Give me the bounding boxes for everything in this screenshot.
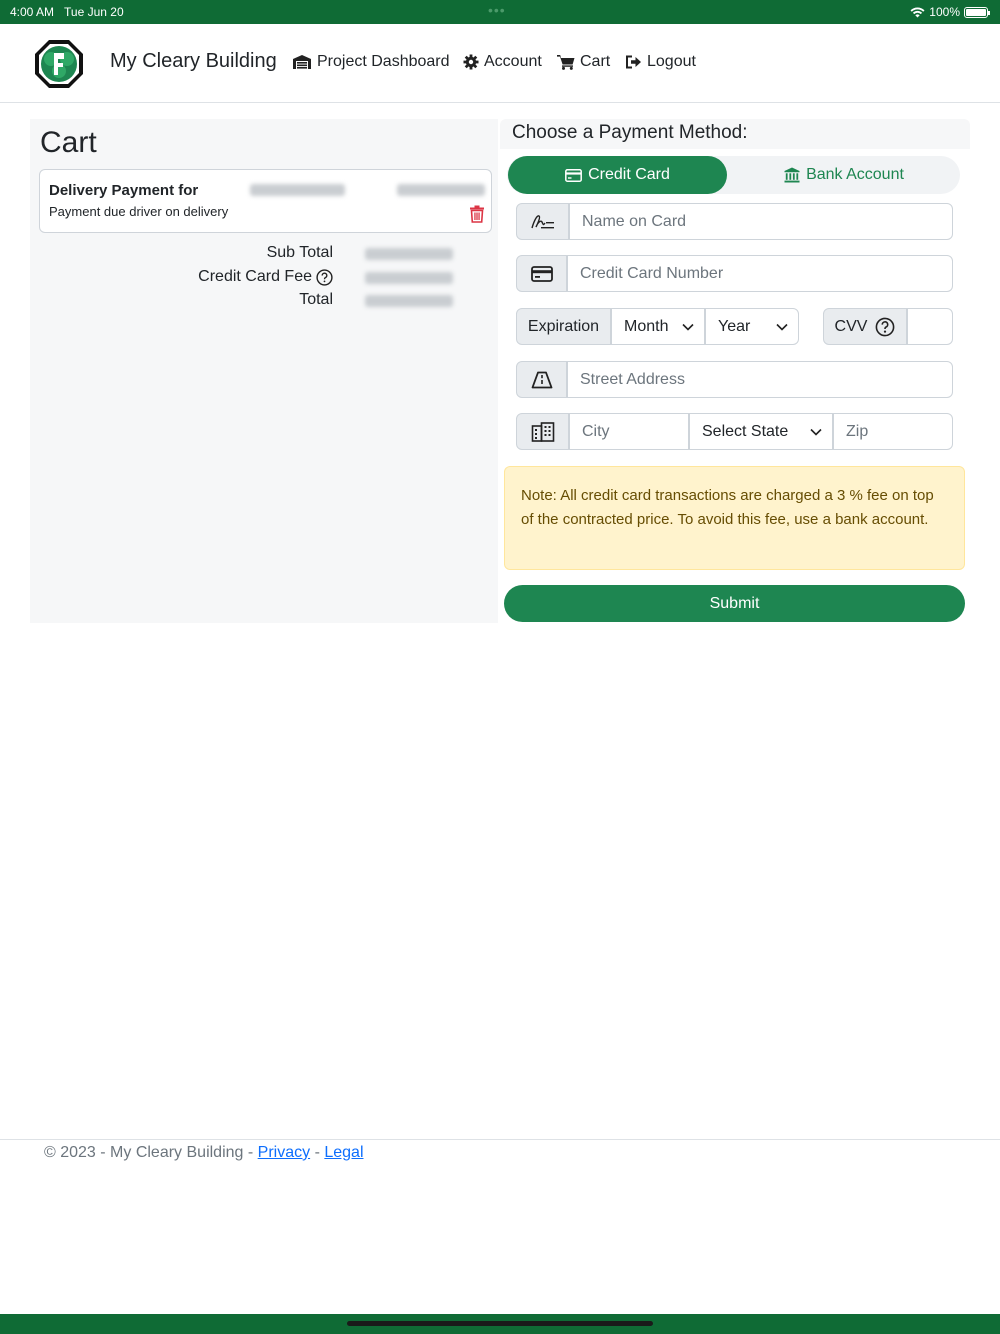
state-value: Select State — [702, 422, 789, 440]
cart-item-description: Payment due driver on delivery — [49, 204, 229, 219]
name-on-card-group: Name on Card — [516, 203, 953, 240]
brand-title[interactable]: My Cleary Building — [110, 50, 277, 73]
navbar: My Cleary Building Project Dashboard Acc… — [0, 24, 1000, 103]
month-select[interactable]: Month — [611, 308, 705, 345]
cvv-input[interactable] — [907, 308, 953, 345]
sub-total-label: Sub Total — [266, 244, 333, 261]
multitask-dots[interactable]: ••• — [488, 2, 506, 18]
nav-label: Cart — [580, 53, 611, 70]
nav-label: Project Dashboard — [317, 53, 450, 70]
year-select[interactable]: Year — [705, 308, 799, 345]
status-time: 4:00 AM Tue Jun 20 — [10, 5, 124, 19]
card-number-group: Credit Card Number — [516, 255, 953, 292]
nav-cart[interactable]: Cart — [557, 53, 610, 71]
gear-icon — [463, 54, 479, 70]
legal-link[interactable]: Legal — [324, 1144, 363, 1161]
cart-item-amount-redacted — [397, 184, 485, 196]
footer-separator: - — [314, 1144, 320, 1161]
footer-divider — [0, 1139, 1000, 1140]
cvv-label: CVV — [834, 317, 868, 335]
cvv-label-addon: CVV — [823, 308, 907, 345]
tab-credit-card[interactable]: Credit Card — [508, 156, 727, 194]
signature-icon — [516, 203, 569, 240]
credit-card-icon — [565, 168, 583, 182]
status-bar: 4:00 AM Tue Jun 20 ••• 100% — [0, 0, 1000, 24]
bank-icon — [784, 167, 800, 183]
status-right: 100% — [910, 5, 990, 19]
sub-total-value-redacted — [365, 248, 453, 260]
street-address-group: Street Address — [516, 361, 953, 398]
buildings-icon — [516, 413, 569, 450]
total-value-redacted — [365, 295, 453, 307]
name-on-card-input[interactable]: Name on Card — [569, 203, 953, 240]
battery-percent: 100% — [929, 5, 960, 19]
chevron-down-icon — [810, 428, 822, 436]
nav-label: Account — [484, 53, 542, 70]
credit-card-fee-value-redacted — [365, 272, 453, 284]
chevron-down-icon — [682, 323, 694, 331]
tab-bank-account[interactable]: Bank Account — [730, 156, 958, 194]
cart-title: Cart — [40, 126, 97, 159]
year-value: Year — [718, 317, 751, 335]
city-state-zip-group: City Select State Zip — [516, 413, 953, 450]
cart-item: Delivery Payment for Payment due driver … — [39, 169, 492, 233]
expiration-label: Expiration — [516, 308, 611, 345]
tab-label: Credit Card — [588, 166, 670, 183]
cart-item-id-redacted — [250, 184, 345, 196]
nav-account[interactable]: Account — [463, 53, 542, 71]
garage-icon — [293, 55, 311, 69]
credit-card-icon — [516, 255, 567, 292]
nav-project-dashboard[interactable]: Project Dashboard — [292, 53, 450, 71]
street-address-input[interactable]: Street Address — [567, 361, 953, 398]
expiration-group: Expiration Month Year — [516, 308, 799, 345]
road-icon — [516, 361, 567, 398]
footer-copyright: © 2023 - My Cleary Building - — [44, 1144, 254, 1161]
tab-label: Bank Account — [806, 166, 904, 183]
cvv-group: CVV — [823, 308, 953, 345]
zip-input[interactable]: Zip — [833, 413, 953, 450]
card-number-input[interactable]: Credit Card Number — [567, 255, 953, 292]
payment-method-title: Choose a Payment Method: — [512, 122, 748, 143]
city-input[interactable]: City — [569, 413, 689, 450]
total-label: Total — [299, 291, 333, 308]
cart-icon — [557, 55, 575, 70]
fee-note-alert: Note: All credit card transactions are c… — [504, 466, 965, 570]
cleary-logo[interactable] — [33, 38, 85, 90]
credit-card-fee-label: Credit Card Fee — [198, 268, 312, 285]
logout-icon — [626, 55, 641, 69]
footer: © 2023 - My Cleary Building - Privacy - … — [44, 1144, 364, 1162]
privacy-link[interactable]: Privacy — [258, 1144, 310, 1161]
month-value: Month — [624, 317, 669, 335]
battery-icon — [964, 6, 990, 18]
wifi-icon — [910, 7, 925, 17]
cart-item-title: Delivery Payment for — [49, 182, 199, 199]
trash-icon[interactable] — [469, 205, 485, 223]
submit-button[interactable]: Submit — [504, 585, 965, 622]
home-indicator[interactable] — [347, 1321, 653, 1326]
help-circle-icon[interactable] — [316, 268, 333, 286]
help-circle-icon[interactable] — [875, 317, 895, 337]
state-select[interactable]: Select State — [689, 413, 833, 450]
credit-card-fee-row: Credit Card Fee — [198, 268, 333, 286]
nav-logout[interactable]: Logout — [625, 53, 696, 71]
chevron-down-icon — [776, 323, 788, 331]
nav-label: Logout — [647, 53, 696, 70]
